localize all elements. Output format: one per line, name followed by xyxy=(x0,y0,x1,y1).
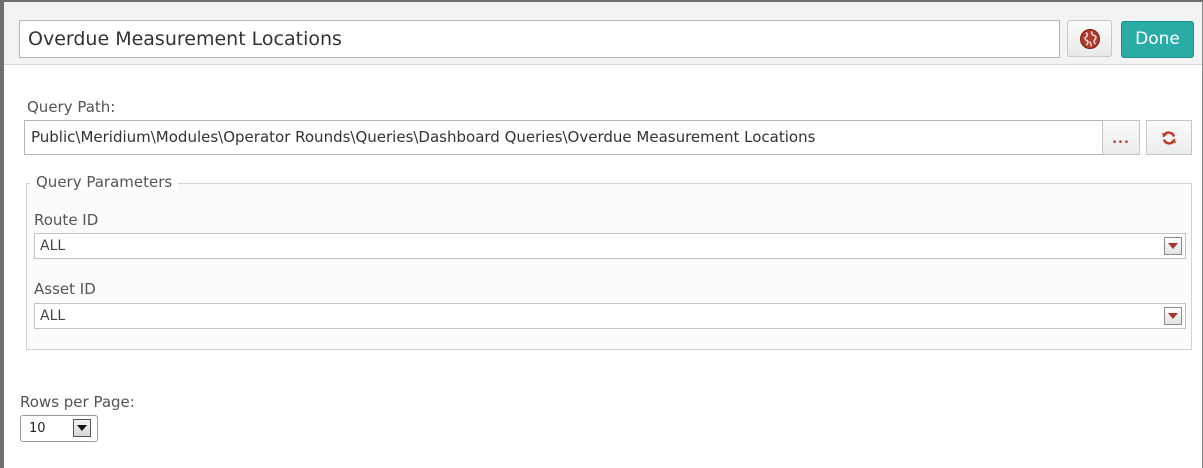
query-path-input[interactable]: Public\Meridium\Modules\Operator Rounds\… xyxy=(24,120,1103,155)
browse-button[interactable]: ... xyxy=(1102,120,1140,155)
refresh-icon xyxy=(1161,130,1177,146)
asset-id-value: ALL xyxy=(40,308,66,324)
chevron-down-icon xyxy=(1168,243,1178,249)
route-id-dropdown-button[interactable] xyxy=(1164,237,1182,255)
chevron-down-icon xyxy=(1168,313,1178,319)
done-button[interactable]: Done xyxy=(1121,21,1194,58)
header-bar: Overdue Measurement Locations Done xyxy=(4,2,1202,65)
globe-button[interactable] xyxy=(1067,20,1112,57)
rows-per-page-dropdown-button[interactable] xyxy=(73,419,91,437)
route-id-select[interactable]: ALL xyxy=(34,233,1186,259)
refresh-button[interactable] xyxy=(1146,120,1192,155)
asset-id-dropdown-button[interactable] xyxy=(1164,307,1182,325)
browse-ellipsis-icon: ... xyxy=(1112,132,1130,147)
route-id-label: Route ID xyxy=(34,211,99,229)
title-input[interactable]: Overdue Measurement Locations xyxy=(19,20,1060,58)
rows-per-page-select[interactable]: 10 xyxy=(20,415,98,442)
rows-per-page-label: Rows per Page: xyxy=(20,393,135,411)
query-path-label: Query Path: xyxy=(27,98,116,116)
asset-id-label: Asset ID xyxy=(34,280,96,298)
chevron-down-icon xyxy=(77,425,87,431)
route-id-value: ALL xyxy=(40,238,66,254)
rows-per-page-value: 10 xyxy=(29,421,46,436)
query-parameters-legend: Query Parameters xyxy=(30,173,179,191)
globe-icon xyxy=(1079,28,1101,50)
asset-id-select[interactable]: ALL xyxy=(34,303,1186,329)
